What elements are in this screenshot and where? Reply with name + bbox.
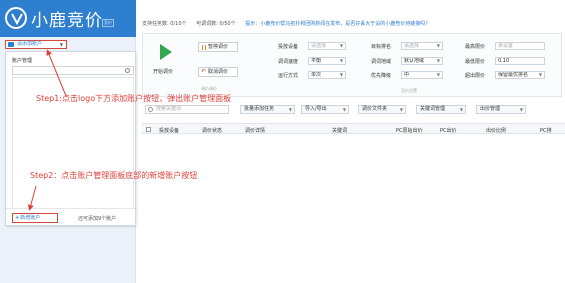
- annotation-arrows: [27, 49, 67, 211]
- step1-arrow: [46, 49, 67, 97]
- step1-annotation: Step1:点击logo下方添加账户按钮，弹出账户管理面板: [36, 94, 232, 103]
- app-window: 小鹿竞价 竞价 请添加账户 ▼ 账户管理 +新增账户 还可添加9个账户 支持任务…: [0, 0, 565, 283]
- step2-arrow: [27, 185, 37, 211]
- step2-annotation: Step2：点击账户管理面板底部的新增账户按钮: [30, 171, 198, 180]
